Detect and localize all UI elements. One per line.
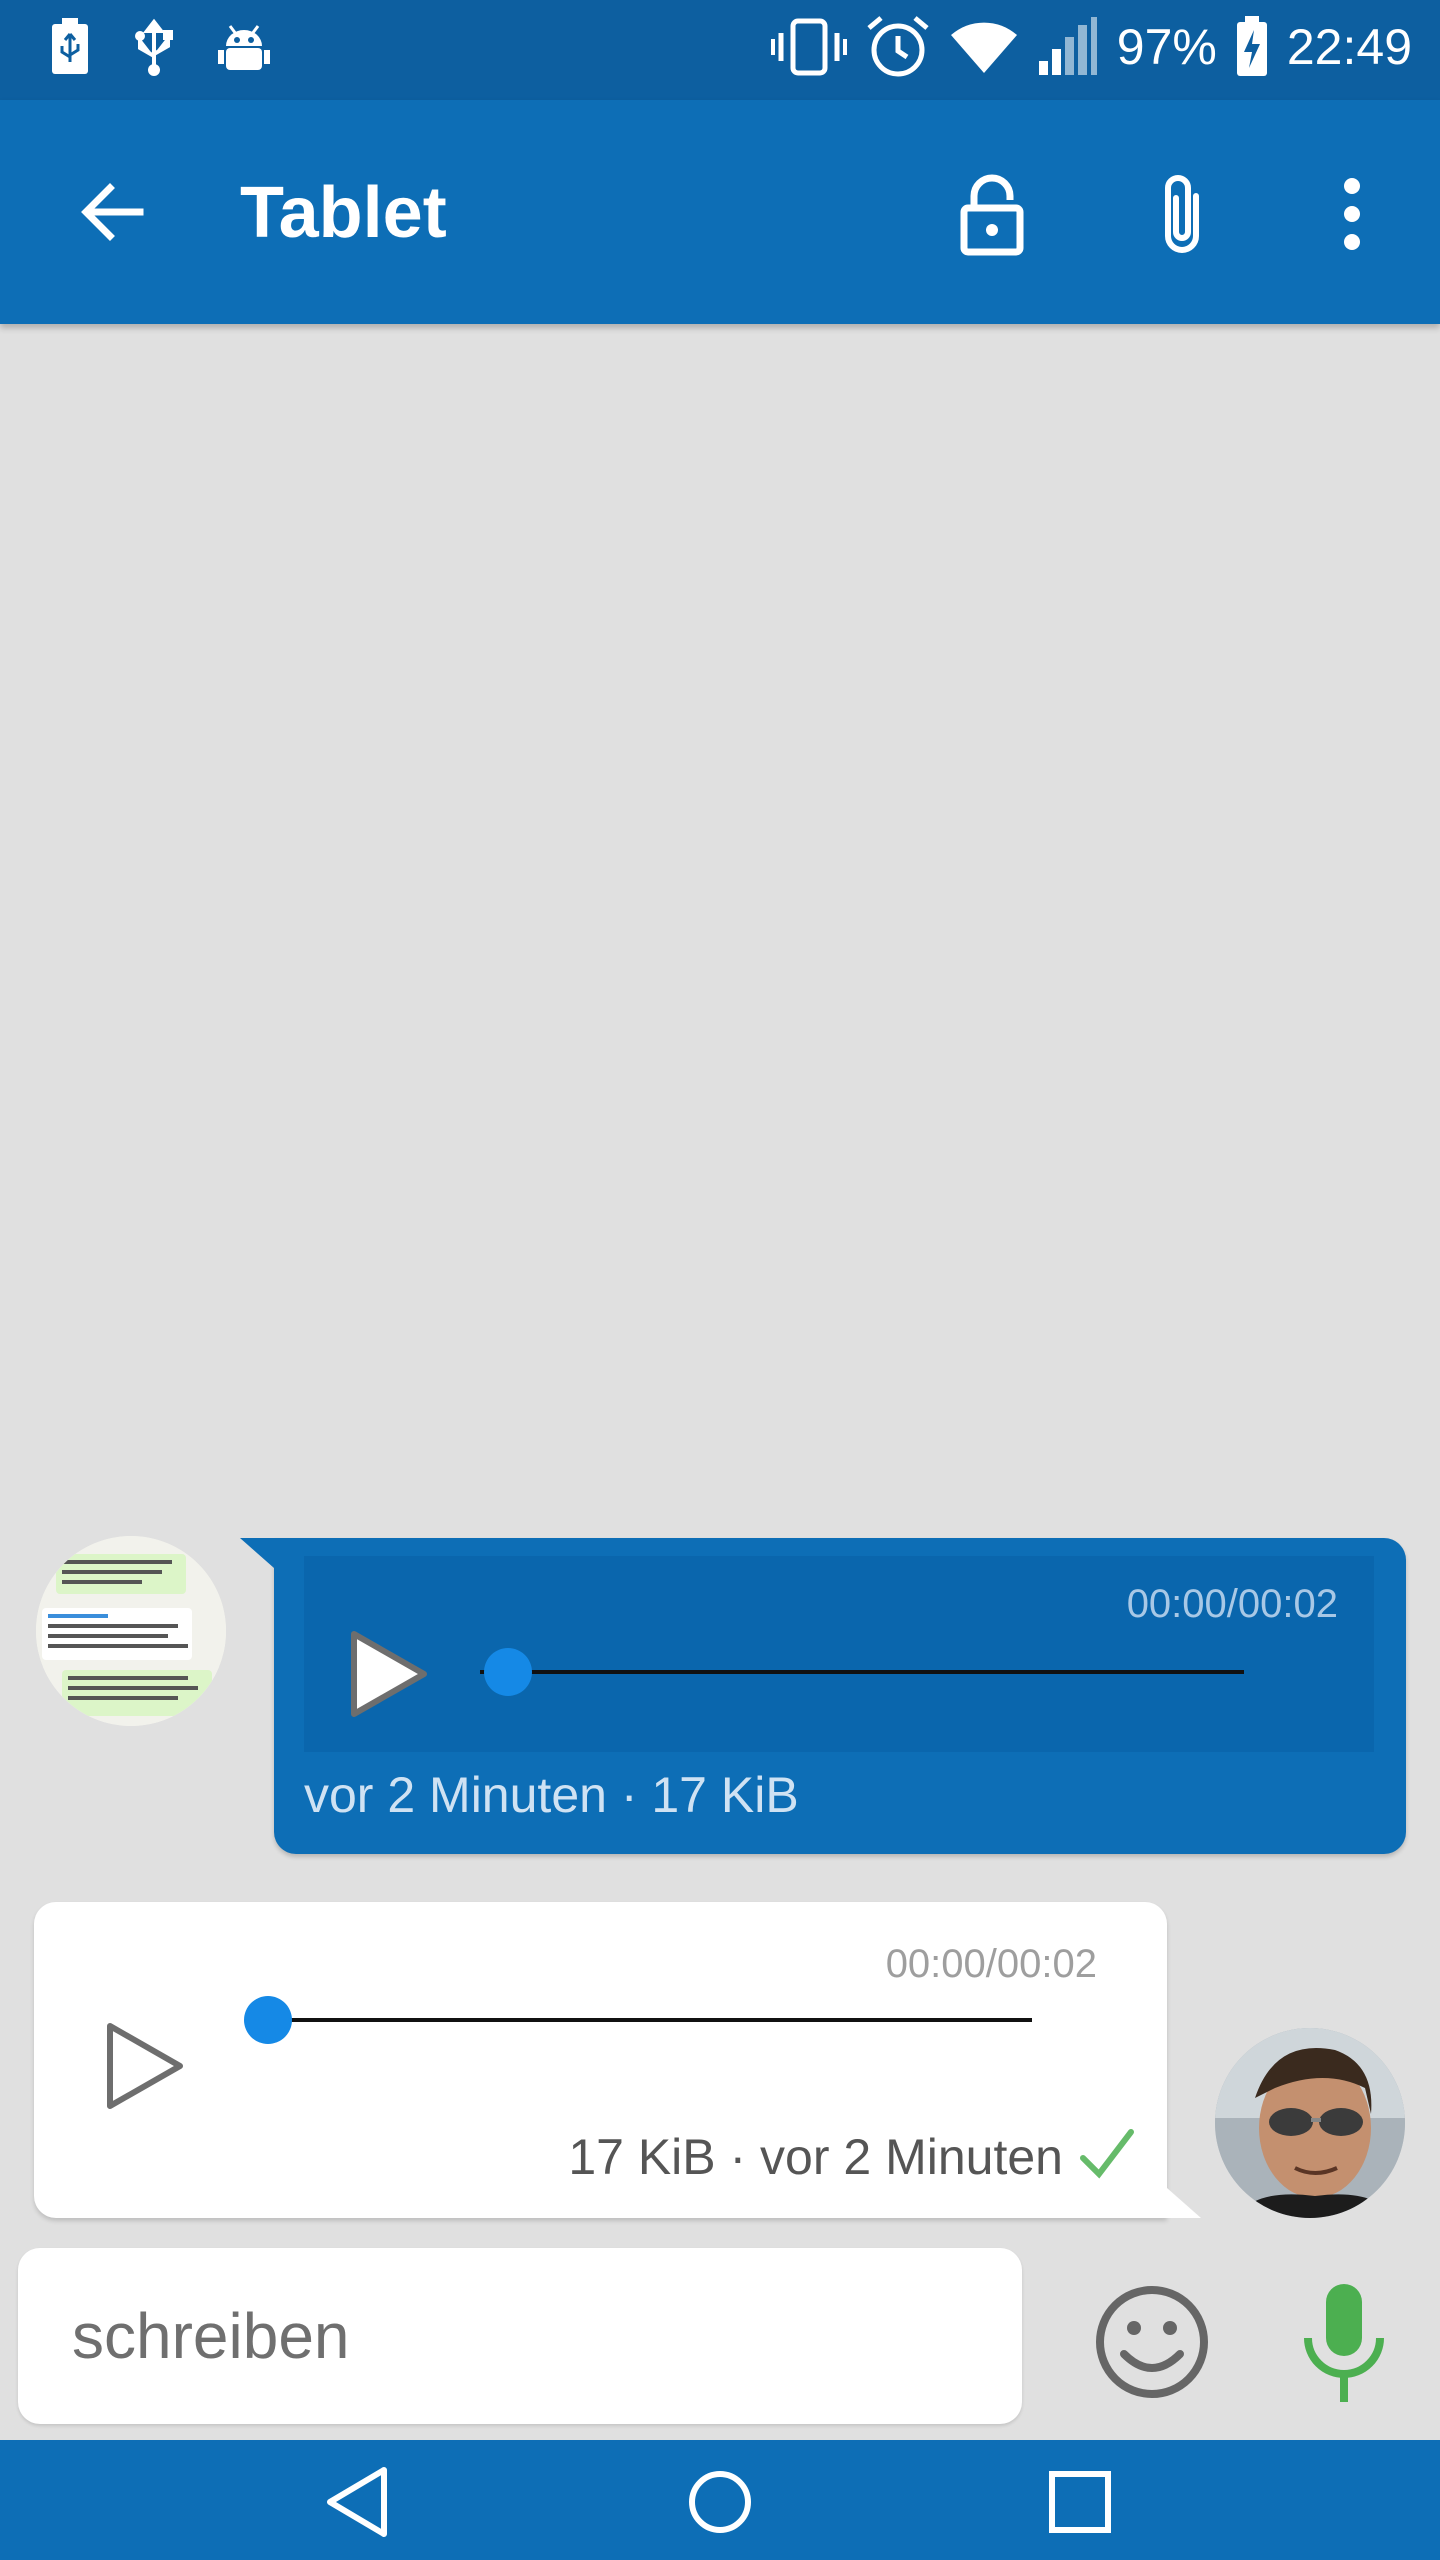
- own-avatar[interactable]: [1215, 2028, 1405, 2218]
- play-icon[interactable]: [96, 2018, 192, 2114]
- message-meta: vor 2 Minuten · 17 KiB: [304, 1767, 799, 1823]
- alarm-icon: [867, 16, 929, 77]
- vibrate-icon: [770, 18, 847, 76]
- status-bar: 97% 22:49: [0, 0, 1440, 100]
- app-toolbar: Tablet: [0, 100, 1440, 324]
- usb-debug-icon: [52, 18, 88, 74]
- audio-progress-handle[interactable]: [244, 1996, 292, 2044]
- bubble-tail: [1167, 2188, 1201, 2218]
- system-navigation-bar: [0, 2440, 1440, 2560]
- audio-time: 00:00/00:02: [885, 1942, 1097, 1986]
- chat-title: Tablet: [240, 173, 447, 253]
- message-composer: [18, 2248, 1022, 2424]
- audio-progress-handle[interactable]: [484, 1648, 532, 1696]
- nav-recents-icon[interactable]: [1040, 2462, 1120, 2542]
- wifi-icon: [950, 22, 1017, 74]
- back-arrow-icon[interactable]: [70, 170, 154, 254]
- audio-progress-track[interactable]: [480, 1670, 1244, 1674]
- android-debug-icon: [218, 25, 270, 70]
- emoji-icon[interactable]: [1090, 2280, 1214, 2404]
- sender-avatar[interactable]: [36, 1536, 226, 1726]
- audio-progress-track[interactable]: [270, 2018, 1032, 2022]
- clock: 22:49: [1286, 19, 1412, 75]
- microphone-icon[interactable]: [1296, 2280, 1392, 2410]
- message-input[interactable]: [72, 2286, 972, 2386]
- nav-home-icon[interactable]: [680, 2462, 760, 2542]
- usb-icon: [135, 18, 173, 76]
- lock-icon[interactable]: [950, 172, 1034, 256]
- person-photo-icon: [1215, 2028, 1405, 2218]
- battery-charging-icon: [1236, 16, 1267, 76]
- signal-icon: [1038, 17, 1097, 75]
- message-meta: 17 KiB · vor 2 Minuten: [568, 2129, 1063, 2185]
- nav-back-icon[interactable]: [318, 2462, 398, 2542]
- more-vert-icon[interactable]: [1310, 172, 1394, 256]
- incoming-message-bubble[interactable]: 00:00/00:02 vor 2 Minuten · 17 KiB: [240, 1538, 1406, 1854]
- audio-player: 00:00/00:02: [304, 1556, 1374, 1752]
- battery-percent: 97%: [1116, 19, 1217, 75]
- paperclip-icon[interactable]: [1140, 172, 1224, 256]
- outgoing-message-bubble[interactable]: 00:00/00:02 17 KiB · vor 2 Minuten: [34, 1902, 1201, 2218]
- screenshot-thumbnail-icon: [36, 1536, 226, 1726]
- audio-time: 00:00/00:02: [1126, 1582, 1338, 1626]
- check-icon: [1080, 2129, 1134, 2179]
- bubble-tail: [240, 1538, 274, 1568]
- play-icon[interactable]: [340, 1626, 436, 1722]
